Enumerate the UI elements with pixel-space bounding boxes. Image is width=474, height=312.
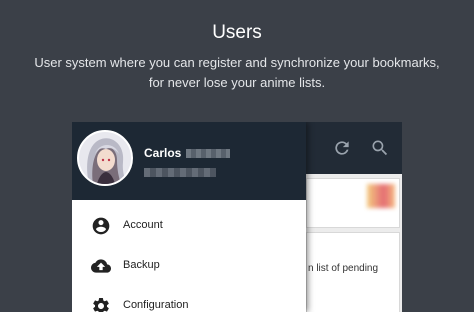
avatar[interactable] [77,130,133,186]
phone-screenshot: n list of pending Carlos Account Backup … [72,122,402,312]
drawer-item-label: Configuration [123,299,189,311]
cloud-upload-icon [91,259,111,273]
page-title: Users [212,22,262,43]
gear-icon [93,297,109,312]
search-icon[interactable] [370,138,390,158]
account-circle-icon [92,217,110,235]
drawer-item-configuration[interactable]: Configuration [72,286,306,312]
avatar-image [79,132,131,184]
navigation-drawer: Carlos Account Backup Configuration [72,122,306,312]
content-text: n list of pending [308,263,379,274]
user-name: Carlos [144,146,182,160]
drawer-item-backup[interactable]: Backup [72,246,306,286]
drawer-item-label: Account [123,219,163,231]
redacted-surname [186,149,230,158]
page-subtitle: User system where you can register and s… [34,55,440,90]
content-thumbnail [367,184,395,208]
redacted-email [144,168,216,177]
drawer-item-label: Backup [123,259,160,271]
refresh-icon[interactable] [332,138,352,158]
drawer-item-account[interactable]: Account [72,206,306,246]
drawer-header: Carlos [72,122,306,200]
